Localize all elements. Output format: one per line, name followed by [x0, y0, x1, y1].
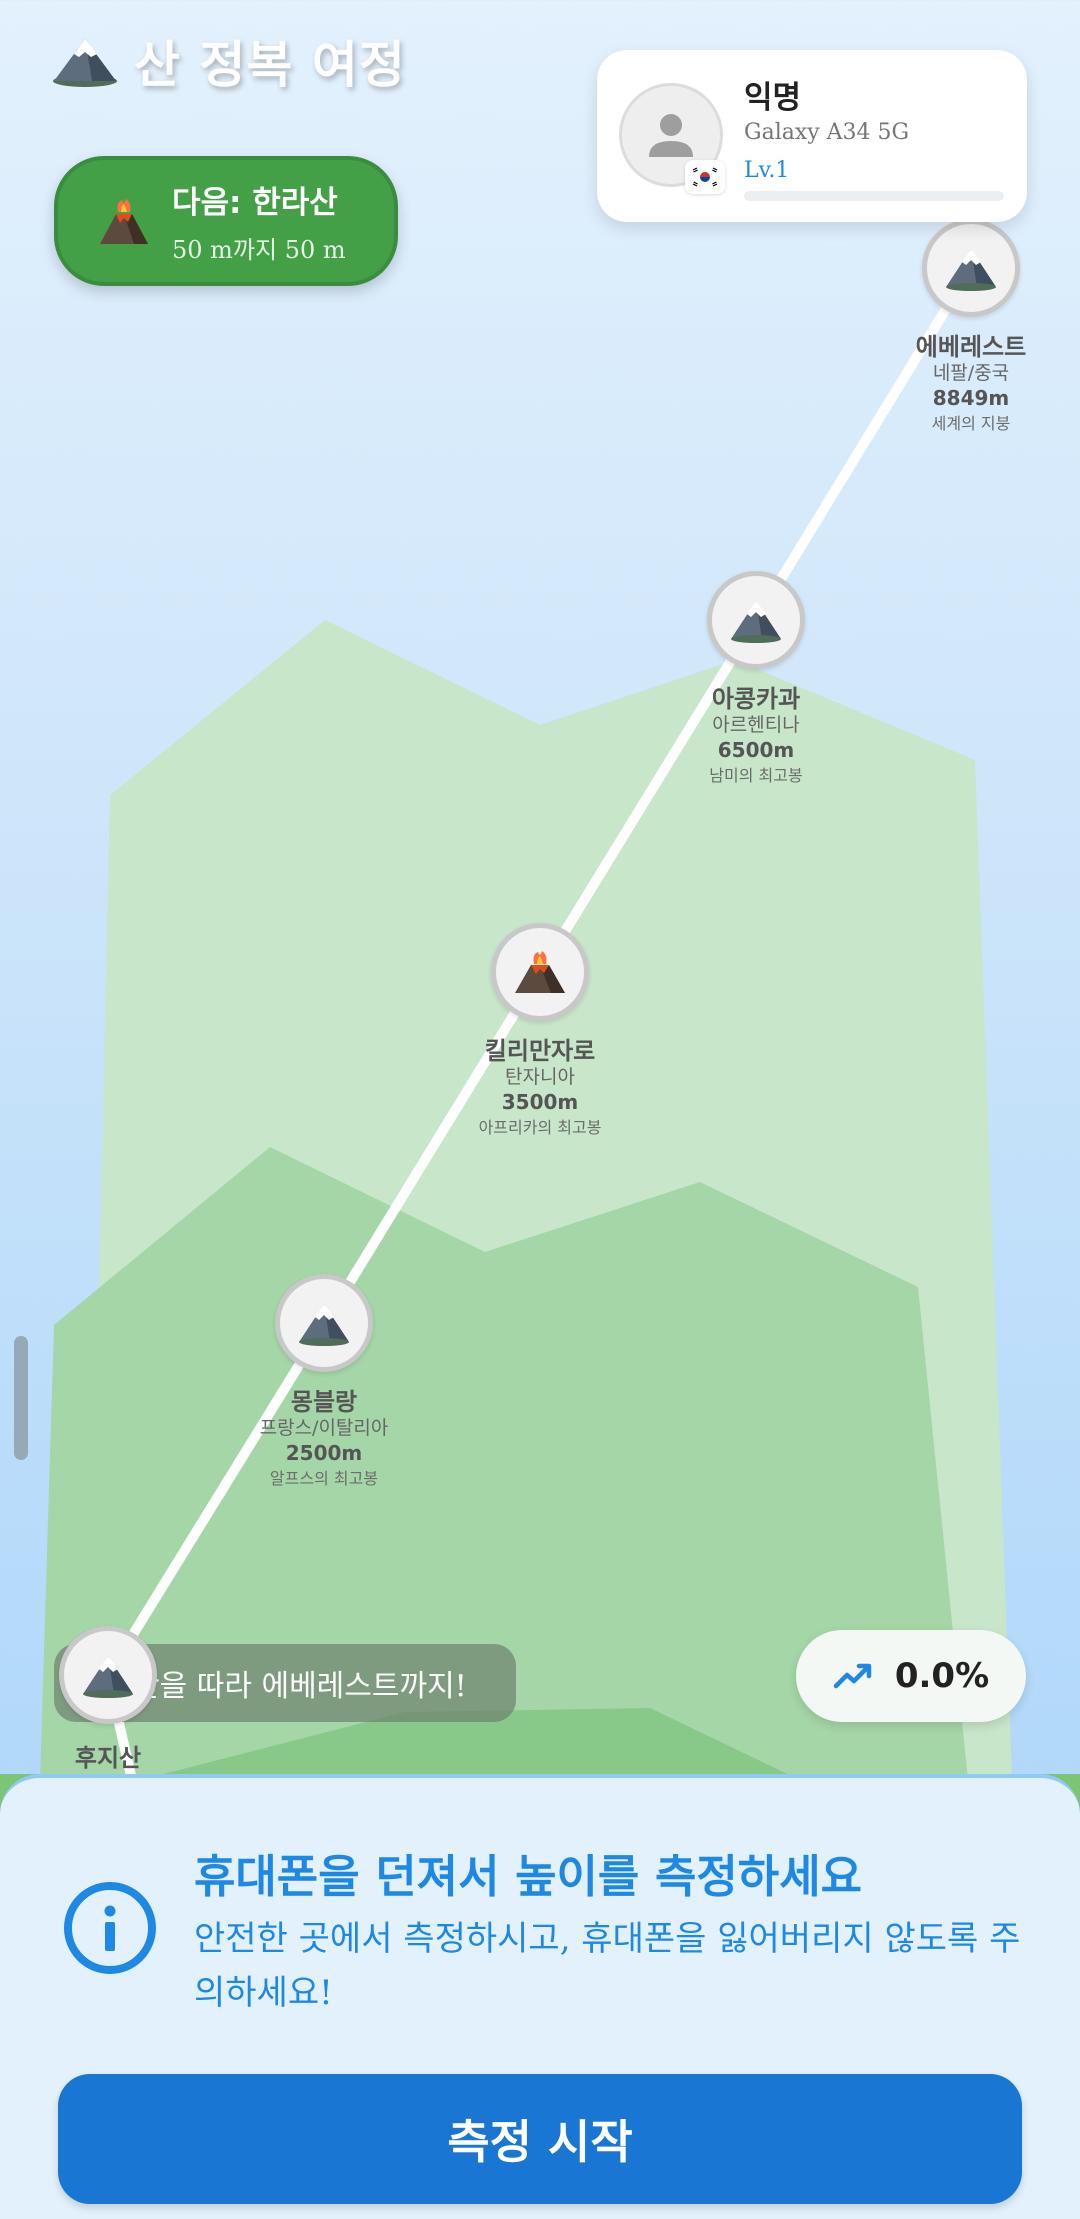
- peak-country: 프랑스/이탈리아: [259, 1417, 389, 1439]
- volcano-icon: [515, 951, 565, 993]
- snow-mountain-icon: [53, 39, 117, 87]
- peak-node[interactable]: [491, 923, 589, 1021]
- profile-device: Galaxy A34 5G: [744, 120, 910, 145]
- page-title: 산 정복 여정: [134, 35, 406, 94]
- progress-value: 0.0%: [894, 1656, 990, 1696]
- peak-fuji[interactable]: 후지산: [0, 1626, 228, 1772]
- profile-name: 익명: [744, 80, 802, 116]
- peak-node[interactable]: [707, 571, 805, 669]
- start-measure-button[interactable]: 측정 시작: [58, 2074, 1022, 2204]
- peak-description: 아프리카의 최고봉: [478, 1118, 602, 1137]
- south-korea-flag-icon: [685, 160, 725, 194]
- peak-altitude: 8849m: [932, 386, 1010, 410]
- peak-node[interactable]: [59, 1626, 157, 1724]
- peak-kilimanjaro[interactable]: 킬리만자로 탄자니아 3500m 아프리카의 최고봉: [420, 923, 660, 1141]
- next-target-subtitle: 50 m까지 50 m: [172, 236, 346, 264]
- sheet-title: 휴대폰을 던져서 높이를 측정하세요: [194, 1850, 863, 1903]
- snow-mountain-icon: [946, 249, 996, 291]
- next-target-title: 다음: 한라산: [172, 185, 338, 221]
- peak-altitude: 2500m: [285, 1441, 363, 1465]
- sheet-description: 안전한 곳에서 측정하시고, 휴대폰을 잃어버리지 않도록 주의하세요!: [194, 1919, 1021, 2013]
- peak-node[interactable]: [275, 1274, 373, 1372]
- level-progress-bar: [744, 191, 1004, 201]
- peak-country: 아르헨티나: [712, 714, 800, 736]
- peak-name: 아콩카과: [711, 685, 801, 713]
- peak-node[interactable]: [922, 219, 1020, 317]
- snow-mountain-icon: [299, 1304, 349, 1346]
- measure-sheet: 휴대폰을 던져서 높이를 측정하세요 안전한 곳에서 측정하시고, 휴대폰을 잃…: [0, 1774, 1080, 2219]
- trending-up-icon: [833, 1663, 872, 1689]
- volcano-icon: [100, 199, 148, 244]
- profile-card[interactable]: 익명 Galaxy A34 5G Lv.1: [597, 50, 1027, 222]
- next-target-card[interactable]: 다음: 한라산 50 m까지 50 m: [54, 156, 398, 286]
- peak-aconcagua[interactable]: 아콩카과 아르헨티나 6500m 남미의 최고봉: [636, 571, 876, 789]
- peak-description: 남미의 최고봉: [709, 766, 803, 785]
- peak-description: 세계의 지붕: [931, 414, 1011, 433]
- peak-name: 후지산: [74, 1744, 142, 1772]
- info-icon: [64, 1882, 156, 1974]
- peak-country: 탄자니아: [505, 1066, 575, 1088]
- peak-country: 네팔/중국: [932, 362, 1010, 384]
- progress-indicator: 0.0%: [796, 1630, 1026, 1722]
- peak-name: 킬리만자로: [484, 1037, 596, 1065]
- app-title: 산 정복 여정: [52, 26, 406, 96]
- scroll-handle[interactable]: [14, 1336, 28, 1460]
- person-icon: [649, 114, 693, 157]
- peak-name: 몽블랑: [290, 1388, 358, 1416]
- peak-altitude: 3500m: [501, 1090, 579, 1114]
- snow-mountain-icon: [83, 1656, 133, 1698]
- peak-altitude: 6500m: [717, 738, 795, 762]
- peak-description: 알프스의 최고봉: [269, 1469, 379, 1488]
- peak-montblanc[interactable]: 몽블랑 프랑스/이탈리아 2500m 알프스의 최고봉: [204, 1274, 444, 1492]
- next-target-text: 다음: 한라산 50 m까지 50 m: [172, 177, 346, 265]
- peak-everest[interactable]: 에베레스트 네팔/중국 8849m 세계의 지붕: [851, 219, 1080, 437]
- snow-mountain-icon: [731, 601, 781, 643]
- peak-name: 에베레스트: [915, 333, 1027, 361]
- profile-level: Lv.1: [744, 158, 790, 183]
